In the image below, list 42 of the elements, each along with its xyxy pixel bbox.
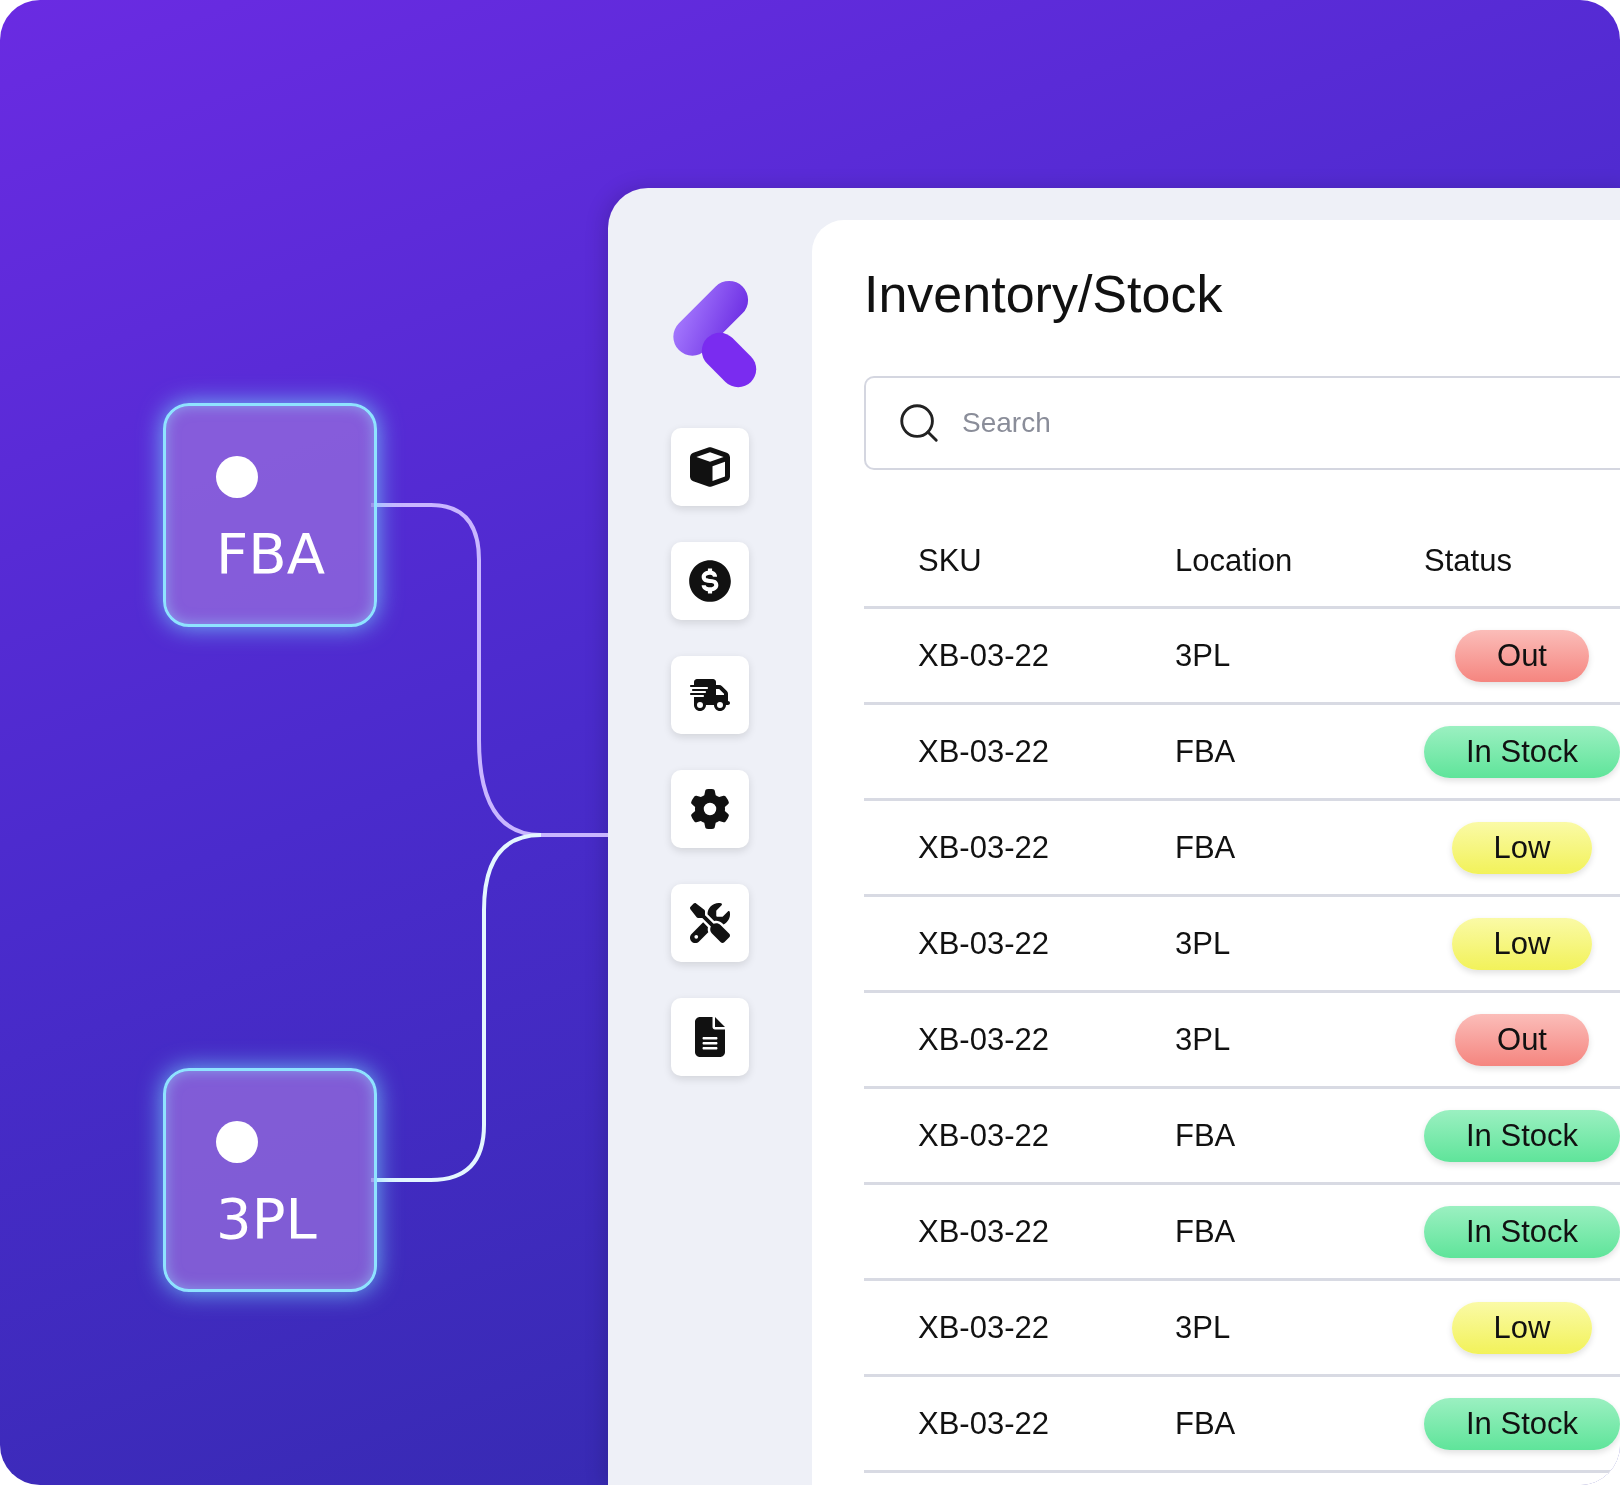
status-badge: Low: [1451, 821, 1593, 874]
dollar-icon[interactable]: [671, 542, 749, 620]
table-cell-text: XB-03-22: [917, 925, 1050, 962]
status-badge: Low: [1451, 1301, 1593, 1354]
document-icon[interactable]: [671, 998, 749, 1076]
tools-icon[interactable]: [671, 884, 749, 962]
table-cell-text: 3PL: [1175, 637, 1232, 674]
box-icon[interactable]: [671, 428, 749, 506]
node-dot-icon: [216, 456, 258, 498]
table-cell-text: XB-03-22: [917, 1309, 1050, 1346]
table-cell-text: 3PL: [1175, 925, 1232, 962]
table-cell-text: XB-03-22: [917, 829, 1050, 866]
node-label: 3PL: [216, 1186, 317, 1251]
table-cell-text: FBA: [1175, 1405, 1237, 1442]
search-field[interactable]: Search: [864, 376, 1620, 470]
table-cell-text: 3PL: [1175, 1021, 1232, 1058]
table-cell-text: XB-03-22: [917, 1213, 1050, 1250]
table-cell-text: FBA: [1175, 733, 1237, 770]
table-cell-text: FBA: [1175, 829, 1237, 866]
table-cell-text: 3PL: [1175, 1309, 1232, 1346]
column-header: SKU: [917, 543, 983, 579]
table-cell-text: XB-03-22: [917, 1021, 1050, 1058]
table-cell-text: XB-03-22: [917, 733, 1050, 770]
status-badge: In Stock: [1424, 1205, 1620, 1258]
column-header: Location: [1175, 543, 1294, 579]
page-title: Inventory/Stock: [864, 264, 1224, 324]
table-cell-text: XB-03-22: [917, 637, 1050, 674]
status-badge: Out: [1455, 629, 1589, 682]
table-cell-text: FBA: [1175, 1213, 1237, 1250]
table-cell-text: XB-03-22: [917, 1405, 1050, 1442]
column-header: Status: [1424, 543, 1513, 579]
node-label: FBA: [216, 521, 325, 586]
status-badge: Low: [1451, 917, 1593, 970]
table-cell-text: XB-03-22: [917, 1117, 1050, 1154]
status-badge: In Stock: [1424, 1397, 1620, 1450]
status-badge: In Stock: [1424, 1109, 1620, 1162]
node-dot-icon: [216, 1121, 258, 1163]
status-badge: Out: [1455, 1013, 1589, 1066]
status-badge: In Stock: [1424, 725, 1620, 778]
truck-icon[interactable]: [671, 656, 749, 734]
settings-icon[interactable]: [671, 770, 749, 848]
table-cell-text: FBA: [1175, 1117, 1237, 1154]
